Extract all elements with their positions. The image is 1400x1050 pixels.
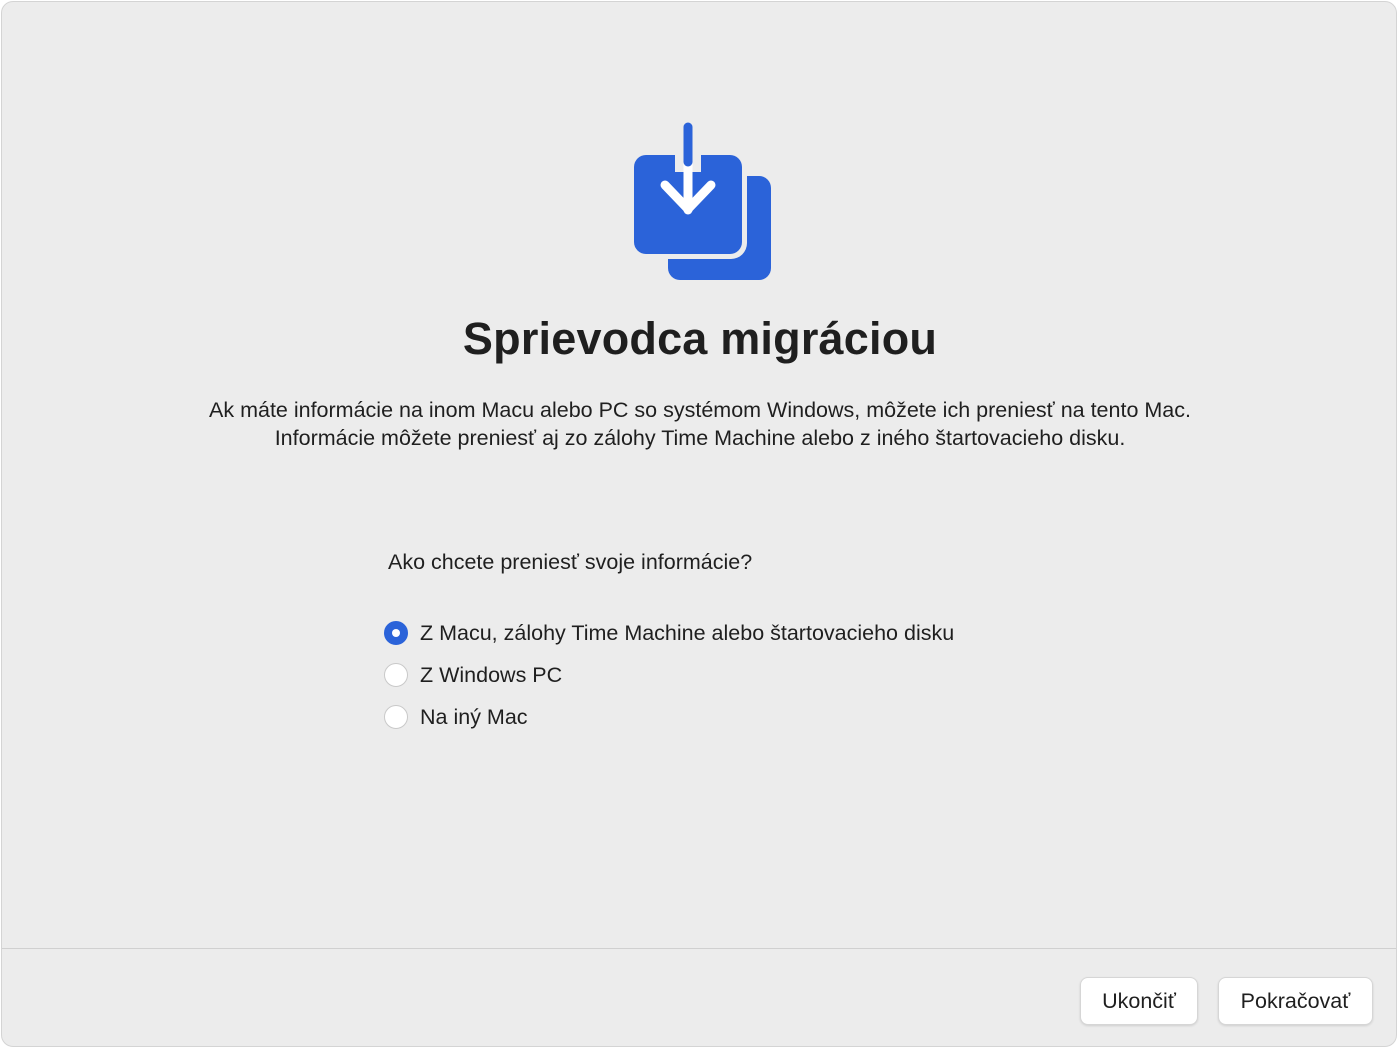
option-to-another-mac[interactable]: Na iný Mac <box>384 696 954 738</box>
description-line-2: Informácie môžete preniesť aj zo zálohy … <box>274 426 1126 450</box>
migration-assistant-window: Sprievodca migráciou Ak máte informácie … <box>1 1 1397 1047</box>
radio-from-mac[interactable] <box>384 621 408 645</box>
description: Ak máte informácie na inom Macu alebo PC… <box>2 396 1396 452</box>
migration-assistant-icon <box>632 122 771 280</box>
description-line-1: Ak máte informácie na inom Macu alebo PC… <box>209 398 1191 422</box>
quit-button[interactable]: Ukončiť <box>1080 977 1198 1025</box>
option-label: Z Macu, zálohy Time Machine alebo štarto… <box>420 620 955 645</box>
option-from-windows-pc[interactable]: Z Windows PC <box>384 654 954 696</box>
page-title: Sprievodca migráciou <box>462 313 938 364</box>
transfer-question: Ako chcete preniesť svoje informácie? <box>388 550 753 574</box>
transfer-options: Z Macu, zálohy Time Machine alebo štarto… <box>384 612 954 738</box>
option-from-mac[interactable]: Z Macu, zálohy Time Machine alebo štarto… <box>384 612 954 654</box>
option-label: Z Windows PC <box>420 662 563 687</box>
footer-divider <box>2 948 1396 949</box>
continue-button[interactable]: Pokračovať <box>1218 977 1373 1025</box>
radio-to-another-mac[interactable] <box>384 705 408 729</box>
radio-from-windows-pc[interactable] <box>384 663 408 687</box>
option-label: Na iný Mac <box>420 704 528 729</box>
